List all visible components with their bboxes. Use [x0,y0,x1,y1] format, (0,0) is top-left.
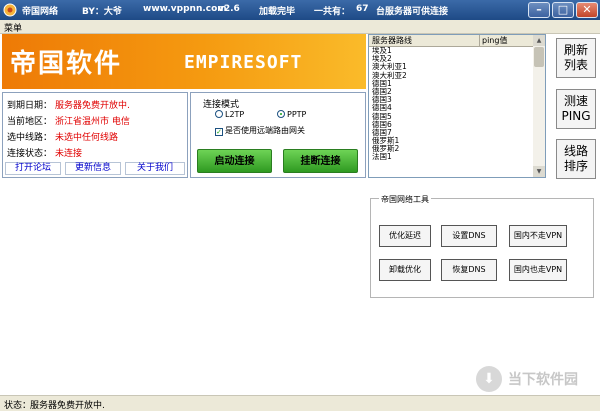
total-suffix: 台服务器可供连接 [376,7,449,17]
scroll-down-icon[interactable]: ▼ [533,166,545,177]
checkmark-icon: ✓ [215,128,223,136]
server-rows: 埃及1 埃及2 澳大利亚1 澳大利亚2 德国1 德国2 德国3 德国4 德国5 … [369,46,533,162]
l2tp-radio[interactable]: L2TP [215,110,244,119]
download-arrow-icon: ⬇ [476,366,502,392]
optimize-latency-button[interactable]: 优化延迟 [379,225,431,247]
selected-line-row: 选中线路： 未选中任何线路 [7,130,118,143]
network-tools-panel: 帝国网络工具 优化延迟 设置DNS 国内不走VPN 卸载优化 恢复DNS 国内也… [370,194,594,298]
app-logo-icon [3,3,17,17]
pptp-radio[interactable]: PPTP [277,110,306,119]
about-us-button[interactable]: 关于我们 [125,162,185,175]
server-count: 67 [356,4,369,14]
remote-gateway-label: 是否使用远端路由网关 [225,126,305,135]
list-item[interactable]: 法国1 [369,153,533,161]
brand-banner: 帝国软件 EMPIRESOFT [2,34,366,89]
maximize-icon: □ [557,3,569,16]
banner-title-en: EMPIRESOFT [184,52,303,73]
domestic-via-vpn-button[interactable]: 国内也走VPN [509,259,567,281]
radio-unchecked-icon [215,110,223,118]
connection-panel: 连接模式 L2TP PPTP ✓ 是否使用远端路由网关 启动连接 挂断连接 [190,92,366,178]
list-item[interactable]: 埃及1 [369,46,533,55]
close-icon: ✕ [582,3,592,16]
list-item[interactable]: 德国4 [369,104,533,112]
speedtest-line1: 测速 [563,94,588,108]
region-row: 当前地区： 浙江省温州市 电信 [7,114,130,127]
connection-status-value: 未连接 [55,149,83,159]
scroll-up-icon[interactable]: ▲ [533,35,545,46]
selected-line-value: 未选中任何线路 [55,133,119,143]
remote-gateway-checkbox[interactable]: ✓ 是否使用远端路由网关 [215,125,305,136]
set-dns-button[interactable]: 设置DNS [441,225,497,247]
banner-title-cn: 帝国软件 [10,49,123,79]
uninstall-optimization-button[interactable]: 卸载优化 [379,259,431,281]
watermark: ⬇ 当下软件园 [470,366,600,394]
list-item[interactable]: 德国5 [369,112,533,121]
status-label: 状态： [4,401,32,411]
status-value: 服务器免费开放中. [30,401,105,411]
list-item[interactable]: 澳大利亚2 [369,71,533,80]
connection-status-row: 连接状态： 未连接 [7,146,82,159]
region-value: 浙江省温州市 电信 [55,117,130,127]
info-panel: 到期日期： 服务器免费开放中. 当前地区： 浙江省温州市 电信 选中线路： 未选… [2,92,188,178]
list-item[interactable]: 德国3 [369,96,533,104]
selected-line-label: 选中线路： [7,133,53,143]
open-forum-button[interactable]: 打开论坛 [5,162,61,175]
status-bar: 状态： 服务器免费开放中. [0,395,600,411]
expiry-row: 到期日期： 服务器免费开放中. [7,98,130,111]
title-bar: 帝国网络 BY：大爷 www.vppnn.com v2.6 加载完毕 一共有： … [0,0,600,20]
list-item[interactable]: 德国6 [369,120,533,129]
app-name: 帝国网络 [22,7,59,17]
expiry-value: 服务器免费开放中. [55,101,130,111]
sort-line1: 线路 [563,144,588,158]
speedtest-line2: PING [561,109,591,123]
refresh-line1: 刷新 [563,43,588,57]
minimize-icon: – [536,3,542,16]
website-url: www.vppnn.com [143,4,227,14]
menu-item[interactable]: 菜单 [4,21,22,34]
log-area [2,180,366,394]
start-connection-button[interactable]: 启动连接 [197,149,272,173]
total-prefix: 一共有： [314,7,351,17]
server-list[interactable]: 服务器路线 ping值 埃及1 埃及2 澳大利亚1 澳大利亚2 德国1 德国2 … [368,34,546,178]
list-item[interactable]: 俄罗斯2 [369,145,533,153]
maximize-button[interactable]: □ [552,2,574,18]
refresh-list-button[interactable]: 刷新 列表 [556,38,596,78]
domestic-no-vpn-button[interactable]: 国内不走VPN [509,225,567,247]
pptp-label: PPTP [287,110,307,119]
close-button[interactable]: ✕ [576,2,598,18]
region-label: 当前地区： [7,117,53,127]
connection-mode-label: 连接模式 [203,100,240,110]
update-info-button[interactable]: 更新信息 [65,162,121,175]
restore-dns-button[interactable]: 恢复DNS [441,259,497,281]
refresh-line2: 列表 [563,58,588,72]
radio-checked-icon [277,110,285,118]
network-tools-title: 帝国网络工具 [379,194,431,205]
server-list-header: 服务器路线 ping值 [369,35,533,47]
list-item[interactable]: 德国2 [369,87,533,96]
col-route-header[interactable]: 服务器路线 [372,35,412,46]
load-status: 加载完毕 [259,7,296,17]
vertical-scrollbar[interactable]: ▲ ▼ [533,35,545,177]
author-label: BY：大爷 [82,7,122,17]
version-label: v2.6 [218,4,240,14]
menu-bar: 菜单 [0,20,600,34]
scroll-thumb[interactable] [534,47,544,67]
col-ping-header[interactable]: ping值 [479,35,507,46]
minimize-button[interactable]: – [528,2,550,18]
l2tp-label: L2TP [225,110,245,119]
sort-line2: 排序 [563,159,588,173]
expiry-label: 到期日期： [7,101,53,111]
sort-lines-button[interactable]: 线路 排序 [556,139,596,179]
speed-test-button[interactable]: 测速 PING [556,89,596,129]
connection-status-label: 连接状态： [7,149,53,159]
list-item[interactable]: 德国1 [369,79,533,88]
watermark-text: 当下软件园 [508,372,578,388]
hangup-connection-button[interactable]: 挂断连接 [283,149,358,173]
